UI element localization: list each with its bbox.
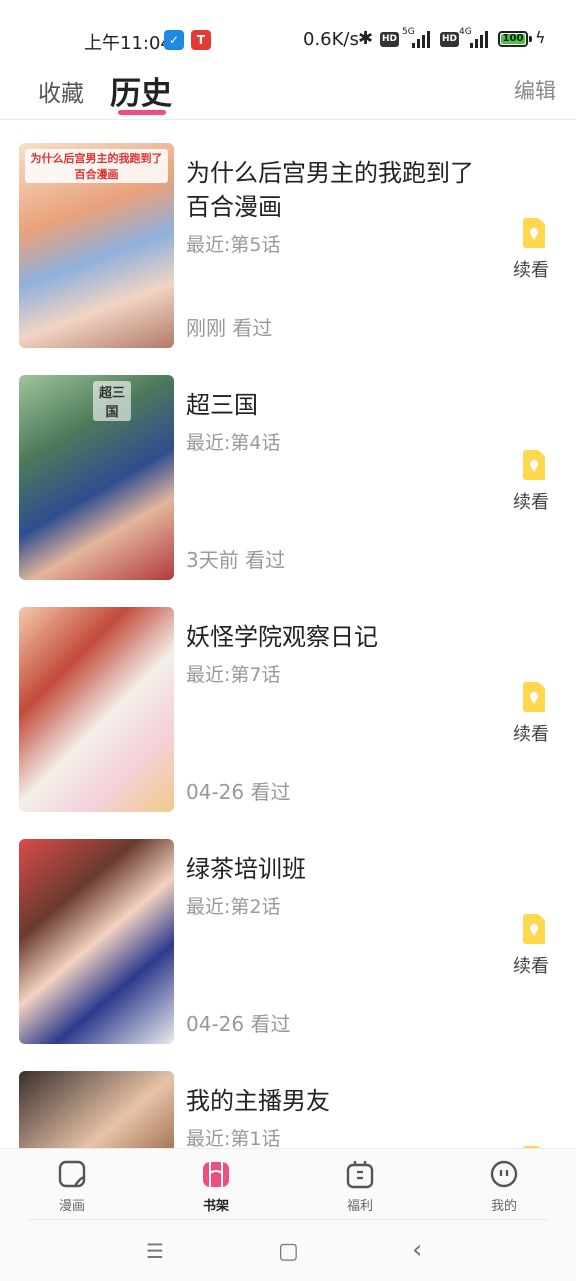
divider	[28, 1219, 548, 1220]
bottom-navigation: 漫画 书架 福利 我的 ☰ ▢ ‹	[0, 1148, 576, 1281]
latest-chapter: 最近:第5话	[186, 234, 281, 256]
nav-label: 漫画	[58, 1199, 85, 1214]
cover-title: 为什么后宫男主的我跑到了 百合漫画	[25, 149, 168, 183]
continue-reading-button[interactable]: 续看	[513, 914, 554, 978]
history-item[interactable]: 为什么后宫男主的我跑到了 百合漫画 为什么后宫男主的我跑到了百合漫画 最近:第5…	[0, 120, 576, 352]
edit-button[interactable]: 编辑	[514, 75, 556, 105]
comic-icon	[58, 1160, 86, 1188]
latest-chapter: 最近:第2话	[186, 896, 281, 918]
nav-profile[interactable]: 我的	[464, 1159, 544, 1214]
tab-favorites[interactable]: 收藏	[38, 74, 84, 108]
battery-icon: 100	[498, 31, 528, 47]
continue-reading-button[interactable]: 续看	[513, 450, 554, 514]
latest-chapter: 最近:第4话	[186, 432, 281, 454]
history-item[interactable]: 超三国 超三国 最近:第4话 3天前 看过 续看	[0, 352, 576, 584]
bookmark-icon	[523, 218, 545, 248]
gift-icon	[346, 1161, 374, 1189]
comic-cover[interactable]: 超三国	[19, 375, 174, 580]
status-time: 上午11:04	[84, 33, 172, 54]
battery-level: 100	[501, 33, 525, 44]
comic-title[interactable]: 妖怪学院观察日记	[186, 620, 496, 654]
latest-chapter: 最近:第7话	[186, 664, 281, 686]
bookmark-icon	[523, 450, 545, 480]
bookmark-icon	[523, 682, 545, 712]
viewed-time: 04-26 看过	[186, 1012, 291, 1036]
comic-cover[interactable]	[19, 1071, 174, 1148]
status-bar: 上午11:04 ✓ T 0.6K/s ✱ HD 5G HD 4G 100 ϟ	[0, 0, 576, 72]
bluetooth-icon: ✱	[358, 28, 374, 49]
back-icon[interactable]: ‹	[412, 1235, 422, 1265]
nav-welfare[interactable]: 福利	[320, 1159, 400, 1214]
history-item[interactable]: 我的主播男友 最近:第1话 续看	[0, 1048, 576, 1148]
comic-title[interactable]: 超三国	[186, 388, 496, 422]
comic-cover[interactable]	[19, 839, 174, 1044]
continue-label: 续看	[513, 956, 549, 977]
comic-title[interactable]: 为什么后宫男主的我跑到了百合漫画	[186, 156, 496, 224]
tab-history[interactable]: 历史	[110, 68, 172, 113]
viewed-time: 04-26 看过	[186, 780, 291, 804]
active-tab-indicator	[118, 110, 166, 115]
signal-icon-2	[470, 30, 492, 48]
comic-cover[interactable]	[19, 607, 174, 812]
nav-label: 书架	[202, 1199, 229, 1214]
home-icon[interactable]: ▢	[278, 1239, 299, 1264]
continue-label: 续看	[513, 724, 549, 745]
history-item[interactable]: 绿茶培训班 最近:第2话 04-26 看过 续看	[0, 816, 576, 1048]
continue-label: 续看	[513, 260, 549, 281]
signal-icon	[412, 30, 434, 48]
comic-title[interactable]: 绿茶培训班	[186, 852, 496, 886]
viewed-time: 刚刚 看过	[186, 316, 273, 340]
bookshelf-icon	[203, 1162, 229, 1187]
continue-reading-button[interactable]: 续看	[513, 218, 554, 282]
comic-cover[interactable]: 为什么后宫男主的我跑到了 百合漫画	[19, 143, 174, 348]
history-list[interactable]: 为什么后宫男主的我跑到了 百合漫画 为什么后宫男主的我跑到了百合漫画 最近:第5…	[0, 120, 576, 1148]
comic-title[interactable]: 我的主播男友	[186, 1084, 496, 1118]
charging-icon: ϟ	[535, 28, 546, 47]
profile-icon	[490, 1160, 518, 1188]
continue-reading-button[interactable]: 续看	[513, 682, 554, 746]
nav-bookshelf[interactable]: 书架	[176, 1159, 256, 1214]
viewed-time: 3天前 看过	[186, 548, 286, 572]
nav-label: 福利	[346, 1199, 373, 1214]
menu-icon[interactable]: ☰	[146, 1239, 164, 1263]
hd-badge-2: HD	[440, 32, 460, 47]
nav-label: 我的	[490, 1199, 517, 1214]
history-item[interactable]: 妖怪学院观察日记 最近:第7话 04-26 看过 续看	[0, 584, 576, 816]
notification-app-icon-red: T	[191, 30, 211, 50]
notification-app-icon: ✓	[164, 30, 184, 50]
nav-comic[interactable]: 漫画	[32, 1159, 112, 1214]
bookmark-icon	[523, 914, 545, 944]
hd-badge: HD	[380, 32, 400, 47]
network-speed: 0.6K/s	[303, 29, 359, 50]
cover-title: 超三国	[93, 381, 131, 421]
latest-chapter: 最近:第1话	[186, 1128, 281, 1148]
continue-label: 续看	[513, 492, 549, 513]
